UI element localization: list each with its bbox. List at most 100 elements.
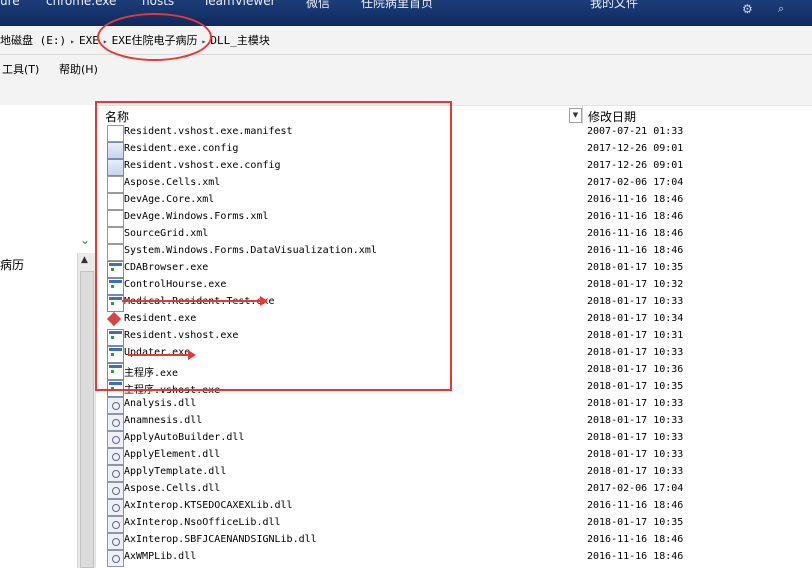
- gear-icon[interactable]: ⚙: [742, 2, 753, 16]
- file-name: DevAge.Core.xml: [124, 194, 215, 205]
- column-date-header[interactable]: 修改日期: [588, 108, 636, 125]
- file-row[interactable]: Resident.exe 2018-01-17 10:34: [98, 311, 812, 328]
- file-name: 主程序.exe: [124, 368, 179, 379]
- dll-file-icon: [107, 397, 124, 414]
- menu-tools[interactable]: 工具(T): [2, 61, 39, 77]
- file-name: Analysis.dll: [124, 398, 197, 409]
- menu-help[interactable]: 帮助(H): [59, 61, 98, 77]
- dll-file-icon: [107, 499, 124, 516]
- file-name: ApplyAutoBuilder.dll: [124, 432, 245, 443]
- file-row[interactable]: Resident.exe.config 2017-12-26 09:01: [98, 141, 812, 159]
- file-row[interactable]: 主程序.exe 2018-01-17 10:36: [98, 362, 812, 380]
- file-row[interactable]: Aspose.Cells.xml 2017-02-06 17:04: [98, 175, 812, 193]
- executable-file-icon: [107, 295, 124, 312]
- file-row[interactable]: AxWMPLib.dll 2016-11-16 18:46: [98, 549, 812, 567]
- file-row[interactable]: AxInterop.KTSEDOCAXEXLib.dll 2016-11-16 1…: [98, 498, 812, 516]
- file-modified-date: 2018-01-17 10:31: [587, 330, 684, 341]
- column-divider[interactable]: [582, 106, 583, 124]
- document-file-icon: [107, 227, 124, 244]
- taskbar: ure chrome.exe hosts TeamViewer 微信 任院病里首…: [0, 0, 812, 26]
- file-row[interactable]: 主程序.vshost.exe 2018-01-17 10:35: [98, 379, 812, 397]
- dll-file-icon: [107, 431, 124, 448]
- file-row[interactable]: Aspose.Cells.dll 2017-02-06 17:04: [98, 481, 812, 499]
- document-file-icon: [107, 176, 124, 193]
- file-row[interactable]: Medical.Resident.Test.exe 2018-01-17 10:3…: [98, 294, 812, 312]
- file-name: Anamnesis.dll: [124, 415, 203, 426]
- file-row[interactable]: DevAge.Windows.Forms.xml 2016-11-16 18:46: [98, 209, 812, 227]
- file-name: AxWMPLib.dll: [124, 551, 197, 562]
- chevron-right-icon[interactable]: ▸: [202, 37, 207, 46]
- taskbar-item[interactable]: ure: [0, 0, 20, 8]
- file-modified-date: 2017-02-06 17:04: [587, 177, 684, 188]
- file-modified-date: 2016-11-16 18:46: [587, 551, 684, 562]
- file-modified-date: 2016-11-16 18:46: [587, 500, 684, 511]
- file-row[interactable]: Analysis.dll 2018-01-17 10:33: [98, 396, 812, 414]
- dll-file-icon: [107, 550, 124, 567]
- file-modified-date: 2018-01-17 10:32: [587, 279, 684, 290]
- config-file-icon: [107, 142, 124, 159]
- file-row[interactable]: SourceGrid.xml 2016-11-16 18:46: [98, 226, 812, 244]
- file-row[interactable]: ApplyElement.dll 2018-01-17 10:33: [98, 447, 812, 465]
- breadcrumb-item[interactable]: EXE住院电子病历: [112, 32, 198, 48]
- file-row[interactable]: Resident.vshost.exe.config 2017-12-26 09:…: [98, 158, 812, 176]
- file-name: Resident.vshost.exe: [124, 330, 239, 341]
- scrollbar[interactable]: ▲: [77, 253, 95, 568]
- file-row[interactable]: ApplyTemplate.dll 2018-01-17 10:33: [98, 464, 812, 482]
- file-name: AxInterop.KTSEDOCAXEXLib.dll: [124, 500, 293, 511]
- address-bar[interactable]: 地磁盘 (E:) ▸ EXE ▸ EXE住院电子病历 ▸ DLL_主模块: [0, 26, 812, 55]
- file-row[interactable]: Resident.vshost.exe 2018-01-17 10:31: [98, 328, 812, 346]
- scrollbar-thumb[interactable]: [80, 271, 94, 568]
- file-modified-date: 2018-01-17 10:36: [587, 364, 684, 375]
- breadcrumb-item[interactable]: EXE: [79, 34, 99, 47]
- breadcrumb-item[interactable]: 地磁盘 (E:): [0, 32, 66, 48]
- file-name: Resident.exe: [124, 313, 197, 324]
- file-name: CDABrowser.exe: [124, 262, 209, 273]
- file-name: System.Windows.Forms.DataVisualization.x…: [124, 245, 377, 256]
- executable-file-icon: [107, 380, 124, 397]
- file-row[interactable]: ApplyAutoBuilder.dll 2018-01-17 10:33: [98, 430, 812, 448]
- file-modified-date: 2018-01-17 10:33: [587, 398, 684, 409]
- executable-file-icon: [107, 346, 124, 363]
- file-row[interactable]: Resident.vshost.exe.manifest 2007-07-21 0…: [98, 124, 812, 142]
- column-sort-dropdown-icon[interactable]: ▼: [569, 108, 582, 123]
- file-name: Resident.exe.config: [124, 143, 239, 154]
- file-modified-date: 2016-11-16 18:46: [587, 228, 684, 239]
- dll-file-icon: [107, 448, 124, 465]
- file-row[interactable]: ControlHourse.exe 2018-01-17 10:32: [98, 277, 812, 295]
- file-row[interactable]: System.Windows.Forms.DataVisualization.x…: [98, 243, 812, 261]
- taskbar-item[interactable]: 微信: [306, 0, 330, 11]
- file-row[interactable]: AxInterop.SBFJCAENANDSIGNLib.dll 2016-11-…: [98, 532, 812, 550]
- file-modified-date: 2017-12-26 09:01: [587, 143, 684, 154]
- file-modified-date: 2017-12-26 09:01: [587, 160, 684, 171]
- taskbar-item[interactable]: 任院病里首页: [361, 0, 433, 11]
- dll-file-icon: [107, 414, 124, 431]
- file-row[interactable]: CDABrowser.exe 2018-01-17 10:35: [98, 260, 812, 278]
- search-icon[interactable]: ⌕: [778, 2, 784, 16]
- file-modified-date: 2016-11-16 18:46: [587, 194, 684, 205]
- file-name: Resident.vshost.exe.config: [124, 160, 281, 171]
- file-name: Aspose.Cells.xml: [124, 177, 221, 188]
- file-modified-date: 2016-11-16 18:46: [587, 211, 684, 222]
- chevron-right-icon[interactable]: ▸: [103, 37, 108, 46]
- scroll-up-icon[interactable]: ▲: [81, 255, 88, 265]
- menu-bar: 工具(T) 帮助(H): [0, 55, 812, 81]
- file-name: 主程序.vshost.exe: [124, 385, 221, 396]
- file-list: Resident.vshost.exe.manifest 2007-07-21 0…: [98, 124, 812, 567]
- application-icon: [107, 312, 122, 327]
- breadcrumb-item[interactable]: DLL_主模块: [210, 32, 270, 48]
- file-row[interactable]: DevAge.Core.xml 2016-11-16 18:46: [98, 192, 812, 210]
- column-header: 名称 ▼ 修改日期: [98, 106, 812, 124]
- file-row[interactable]: AxInterop.NsoOfficeLib.dll 2018-01-17 10:…: [98, 515, 812, 533]
- taskbar-item[interactable]: chrome.exe: [46, 0, 116, 8]
- file-row[interactable]: Updater.exe 2018-01-17 10:33: [98, 345, 812, 363]
- file-name: SourceGrid.xml: [124, 228, 209, 239]
- taskbar-item[interactable]: hosts: [142, 0, 174, 8]
- file-name: Updater.exe: [124, 347, 191, 358]
- file-row[interactable]: Anamnesis.dll 2018-01-17 10:33: [98, 413, 812, 431]
- taskbar-right-text: 我的文件: [590, 0, 639, 10]
- taskbar-item[interactable]: TeamViewer: [203, 0, 276, 8]
- column-name-header[interactable]: 名称: [105, 108, 129, 125]
- chevron-down-icon[interactable]: ⌄: [80, 233, 90, 247]
- nav-item[interactable]: 病历: [0, 256, 24, 273]
- chevron-right-icon[interactable]: ▸: [70, 37, 75, 46]
